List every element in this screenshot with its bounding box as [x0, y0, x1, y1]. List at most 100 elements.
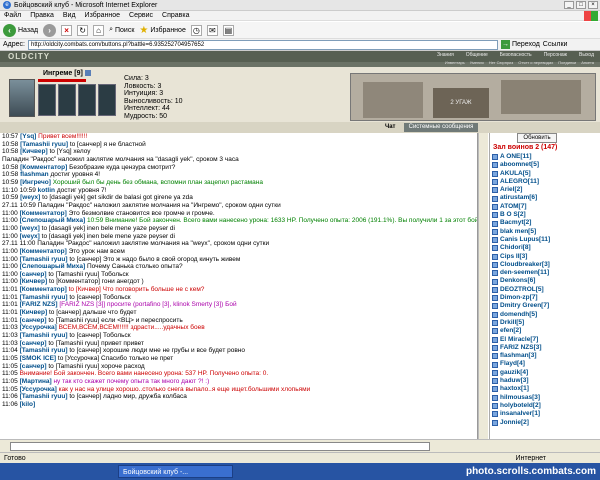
player-name[interactable]: holyboteld[2] — [500, 402, 541, 410]
player-name[interactable]: insanalver[1] — [500, 410, 540, 418]
chat-nick[interactable]: [санчер] — [20, 317, 47, 324]
player-name[interactable]: A ONE[11] — [500, 153, 532, 161]
player-item[interactable]: hilmousas[3] — [492, 394, 600, 402]
player-info-icon[interactable] — [492, 303, 498, 310]
chat-nick[interactable]: [Комментатор] — [20, 286, 67, 293]
nav-exit[interactable]: Выход — [579, 52, 594, 58]
equip-slot[interactable] — [58, 84, 76, 116]
player-name[interactable]: Canis Lupus[11] — [500, 236, 550, 244]
chat-nick[interactable]: [Кичвер] — [20, 278, 48, 285]
player-item[interactable]: Flayd[4] — [492, 360, 600, 368]
stop-button[interactable]: × — [61, 24, 73, 36]
player-item[interactable]: AKULA[5] — [492, 170, 600, 178]
chat-nick[interactable]: [Комментатор] — [20, 210, 67, 217]
subnav-transfers[interactable]: Отчет о переводах — [518, 60, 553, 65]
chat-nick[interactable]: [Ysq] — [20, 133, 36, 140]
subnav-skills[interactable]: Умения — [470, 60, 484, 65]
player-info-icon[interactable] — [492, 195, 498, 202]
chat-nick[interactable]: [Кичвер] — [20, 148, 48, 155]
player-info-icon[interactable] — [492, 187, 498, 194]
chat-nick[interactable]: [weyx] — [20, 194, 40, 201]
player-name[interactable]: ATOM[7] — [500, 203, 526, 211]
player-item[interactable]: Dmitry Green[7] — [492, 302, 600, 310]
player-info-icon[interactable] — [492, 228, 498, 235]
location-map[interactable]: 2 УГАЖ — [350, 73, 596, 121]
player-item[interactable]: efen[2] — [492, 327, 600, 335]
player-item[interactable]: den-seemen[11] — [492, 269, 600, 277]
player-info-icon[interactable] — [492, 353, 498, 360]
player-name[interactable]: El Miracle[7] — [500, 336, 538, 344]
home-button[interactable]: ⌂ — [93, 24, 105, 36]
player-info-icon[interactable] — [492, 262, 498, 268]
taskbar-item[interactable]: Бойцовский клуб -... — [118, 465, 233, 478]
player-item[interactable]: flashman[3] — [492, 352, 600, 360]
player-name[interactable]: efen[2] — [500, 327, 521, 335]
player-name[interactable]: Drkill[5] — [500, 319, 524, 327]
player-name[interactable]: Bacmyt[2] — [500, 219, 531, 227]
player-info-icon[interactable] — [492, 386, 498, 393]
chat-nick[interactable]: [kilo] — [20, 401, 36, 408]
subnav-inventory[interactable]: Инвентарь — [445, 60, 465, 65]
player-item[interactable]: Drkill[5] — [492, 319, 600, 327]
player-item[interactable]: Denkons[6] — [492, 277, 600, 285]
map-exit[interactable]: 2 УГАЖ — [433, 88, 489, 118]
chat-nick[interactable]: [Слепошарый Миха] — [20, 263, 86, 270]
player-info-icon[interactable] — [492, 154, 498, 161]
print-button[interactable]: ▤ — [222, 24, 234, 36]
player-info-icon[interactable] — [492, 245, 498, 252]
menu-favorites[interactable]: Избранное — [85, 12, 120, 19]
player-item[interactable]: domendh[5] — [492, 311, 600, 319]
chat-nick[interactable]: [санчер] — [20, 271, 47, 278]
chat-nick[interactable]: [Слепошарый Миха] — [20, 217, 86, 224]
player-name[interactable]: atirustam[6] — [500, 194, 537, 202]
player-item[interactable]: aboomnet[5] — [492, 161, 600, 169]
player-item[interactable]: blak men[5] — [492, 228, 600, 236]
refresh-button[interactable]: ↻ — [77, 24, 89, 36]
forward-button[interactable]: › — [43, 23, 57, 37]
player-item[interactable]: DEOZTROL[5] — [492, 286, 600, 294]
player-info-icon[interactable] — [492, 170, 498, 177]
chat-input[interactable] — [10, 442, 430, 451]
player-item[interactable]: A ONE[11] — [492, 153, 600, 161]
subnav-fights[interactable]: Поединки — [558, 60, 576, 65]
player-item[interactable]: Ariel[2] — [492, 186, 600, 194]
menu-edit[interactable]: Правка — [30, 12, 54, 19]
player-item[interactable]: ATOM[7] — [492, 203, 600, 211]
player-name[interactable]: B O S[2] — [500, 211, 526, 219]
chat-nick[interactable]: kotlin — [38, 187, 55, 194]
player-info-icon[interactable] — [492, 237, 498, 244]
address-input[interactable]: http://oldcity.combats.com/buttons.pl?ba… — [27, 39, 498, 50]
player-item[interactable]: haduw[3] — [492, 377, 600, 385]
chat-nick[interactable]: [Комментатор] — [20, 248, 67, 255]
menu-file[interactable]: Файл — [4, 12, 21, 19]
player-info-icon[interactable] — [492, 344, 498, 351]
player-item[interactable]: Chidori[8] — [492, 244, 600, 252]
player-item[interactable]: gauzik[4] — [492, 369, 600, 377]
menu-help[interactable]: Справка — [162, 12, 189, 19]
player-info-icon[interactable] — [492, 203, 498, 210]
close-button[interactable]: × — [588, 1, 598, 9]
chat-nick[interactable]: [Уссурочка] — [20, 386, 57, 393]
player-name[interactable]: haduw[3] — [500, 377, 529, 385]
chat-nick[interactable]: [Tamashii ryuu] — [20, 294, 68, 301]
player-info-icon[interactable] — [492, 361, 498, 368]
chat-nick[interactable]: [Комментатор] — [20, 164, 67, 171]
player-item[interactable]: Bacmyt[2] — [492, 219, 600, 227]
player-info-icon[interactable] — [492, 295, 498, 302]
menu-view[interactable]: Вид — [63, 12, 76, 19]
chat-nick[interactable]: [Tamashii ryuu] — [20, 347, 68, 354]
refresh-players-button[interactable]: Обновить — [517, 133, 557, 143]
chat-nick[interactable]: [Мартина] — [20, 378, 52, 385]
subnav-profile[interactable]: Анкета — [581, 60, 594, 65]
chat-nick[interactable]: [санчер] — [20, 340, 47, 347]
player-name[interactable]: Cloudbreaker[3] — [500, 261, 550, 269]
player-name[interactable]: Flayd[4] — [500, 360, 525, 368]
subnav-surprise[interactable]: Нет Сюрприз — [489, 60, 514, 65]
player-name[interactable]: Dmitry Green[7] — [500, 302, 549, 310]
info-icon[interactable] — [84, 70, 91, 77]
player-name[interactable]: domendh[5] — [500, 311, 537, 319]
chat-nick[interactable]: [Уссурочка] — [20, 324, 57, 331]
player-name[interactable]: ALEGRO[11] — [500, 178, 539, 186]
player-name[interactable]: Jonnie[2] — [500, 419, 529, 427]
chat-nick[interactable]: [Tamashii ryuu] — [20, 256, 68, 263]
